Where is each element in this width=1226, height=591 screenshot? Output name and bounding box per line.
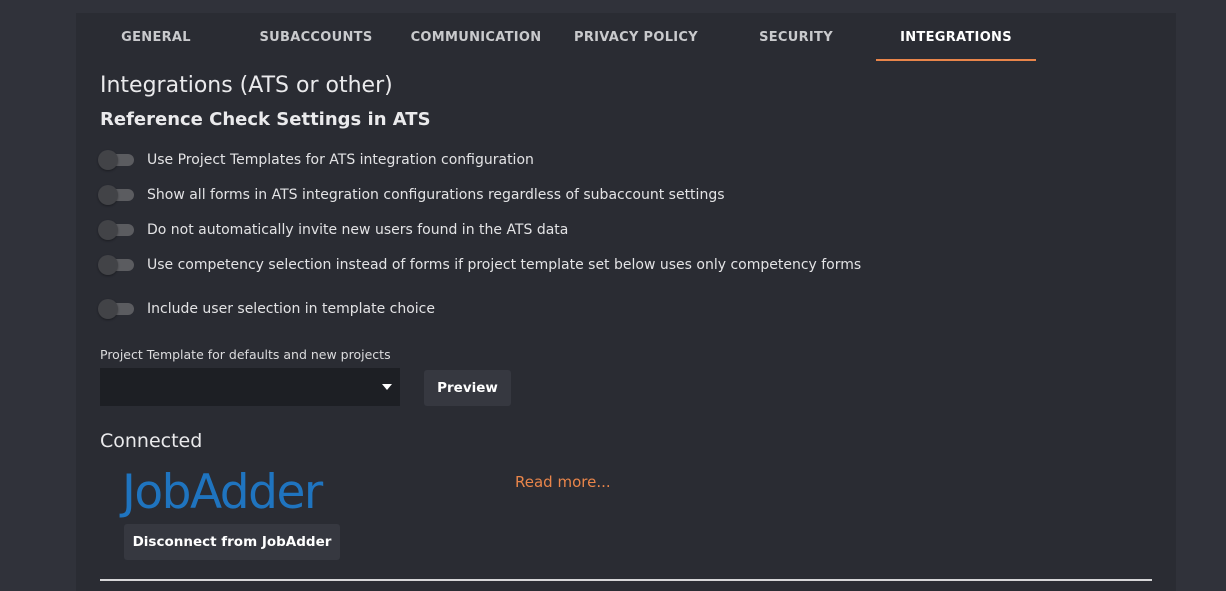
no-auto-invite-toggle[interactable] [98,220,136,240]
dropdown-caret-icon [382,384,392,390]
section-divider [100,579,1152,581]
tab-communication[interactable]: COMMUNICATION [396,13,556,61]
tab-bar: GENERAL SUBACCOUNTS COMMUNICATION PRIVAC… [76,13,1176,61]
jobadder-logo: JobAdder [122,465,323,520]
toggle-label: Include user selection in template choic… [147,301,435,317]
connected-heading: Connected [100,430,203,452]
toggle-knob [98,255,118,275]
settings-panel: GENERAL SUBACCOUNTS COMMUNICATION PRIVAC… [76,13,1176,591]
toggle-label: Do not automatically invite new users fo… [147,222,569,238]
toggle-row-competency-selection: Use competency selection instead of form… [98,255,861,275]
toggle-label: Use Project Templates for ATS integratio… [147,152,534,168]
toggle-knob [98,299,118,319]
toggle-knob [98,150,118,170]
section-title: Reference Check Settings in ATS [100,109,431,130]
toggle-knob [98,185,118,205]
preview-button[interactable]: Preview [424,370,511,406]
project-template-caption: Project Template for defaults and new pr… [100,347,391,362]
show-all-forms-toggle[interactable] [98,185,136,205]
tab-subaccounts[interactable]: SUBACCOUNTS [236,13,396,61]
toggle-label: Use competency selection instead of form… [147,257,862,273]
user-selection-toggle[interactable] [98,299,136,319]
toggle-label: Show all forms in ATS integration config… [147,187,725,203]
tab-privacy-policy[interactable]: PRIVACY POLICY [556,13,716,61]
toggle-knob [98,220,118,240]
disconnect-jobadder-button[interactable]: Disconnect from JobAdder [124,524,340,560]
read-more-link[interactable]: Read more... [515,473,611,491]
page-title: Integrations (ATS or other) [100,73,393,98]
competency-selection-toggle[interactable] [98,255,136,275]
toggle-row-show-all-forms: Show all forms in ATS integration config… [98,185,725,205]
tab-general[interactable]: GENERAL [76,13,236,61]
toggle-row-no-auto-invite: Do not automatically invite new users fo… [98,220,568,240]
toggle-row-user-selection: Include user selection in template choic… [98,299,435,319]
tab-integrations[interactable]: INTEGRATIONS [876,13,1036,61]
project-template-select[interactable] [100,368,400,406]
project-templates-toggle[interactable] [98,150,136,170]
toggle-row-project-templates: Use Project Templates for ATS integratio… [98,150,534,170]
tab-security[interactable]: SECURITY [716,13,876,61]
